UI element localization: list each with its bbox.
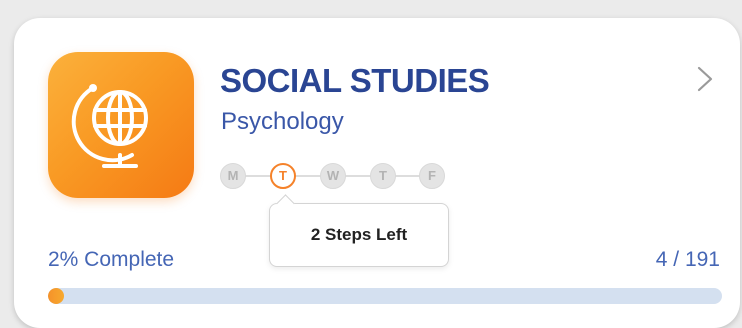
steps-tooltip: 2 Steps Left — [269, 194, 449, 267]
day-wednesday[interactable]: W — [320, 163, 346, 189]
day-monday[interactable]: M — [220, 163, 246, 189]
globe-icon — [71, 84, 148, 168]
day-tuesday[interactable]: T — [270, 163, 296, 189]
progress-percent-label: 2% Complete — [48, 248, 175, 271]
chevron-right-icon[interactable] — [694, 64, 718, 94]
weekday-tracker: M T W T F — [220, 163, 460, 189]
progress-count: 4 / 191 — [655, 248, 720, 271]
day-friday[interactable]: F — [419, 163, 445, 189]
course-title: SOCIAL STUDIES — [220, 62, 490, 99]
progress-bar-fill — [48, 288, 64, 304]
progress-bar — [48, 288, 722, 304]
course-app-icon[interactable] — [48, 52, 194, 198]
day-thursday[interactable]: T — [370, 163, 396, 189]
course-subtitle: Psychology — [221, 108, 344, 135]
tooltip-text: 2 Steps Left — [310, 225, 408, 244]
